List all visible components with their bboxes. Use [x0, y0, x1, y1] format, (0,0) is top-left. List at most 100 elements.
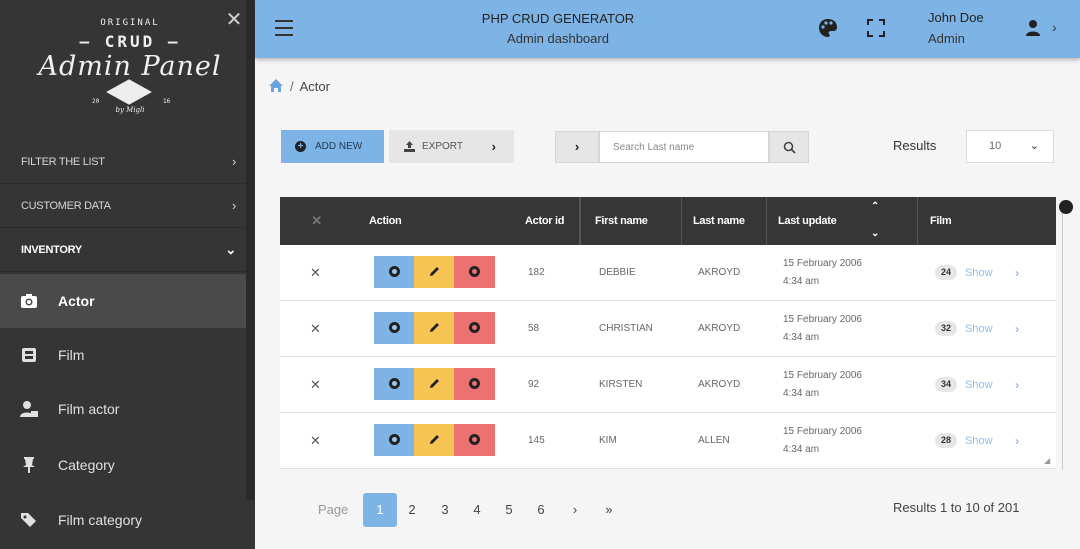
sidebar-item-film-category[interactable]: Film category [0, 493, 246, 547]
delete-button[interactable] [454, 368, 495, 400]
sidebar-section-filter[interactable]: FILTER THE LIST › [0, 140, 246, 184]
header-last-update-label: Last update [778, 215, 837, 227]
film-show-link[interactable]: Show [965, 301, 993, 357]
edit-button[interactable] [414, 256, 455, 288]
table-scrollbar[interactable] [1062, 200, 1070, 470]
sort-asc-icon[interactable]: ⌃ [871, 200, 879, 214]
page-5-button[interactable]: 5 [492, 493, 526, 527]
export-button[interactable]: EXPORT › [389, 130, 514, 163]
next-page-button[interactable]: › [558, 493, 592, 527]
eye-icon [389, 434, 400, 445]
cell-actor-id: 92 [528, 379, 540, 390]
view-button[interactable] [374, 424, 415, 456]
chevron-right-icon[interactable]: › [1015, 301, 1019, 357]
header-last-name[interactable]: Last name [682, 197, 767, 245]
sidebar-item-label: Category [58, 457, 115, 473]
sidebar-scrollbar[interactable] [246, 0, 254, 500]
search-button[interactable] [769, 131, 809, 163]
chevron-right-icon: › [491, 139, 496, 154]
row-select-icon[interactable]: ✕ [310, 301, 321, 357]
cell-last-name: AKROYD [698, 267, 741, 278]
view-button[interactable] [374, 312, 415, 344]
sidebar-item-actor[interactable]: Actor [0, 274, 246, 328]
chevron-right-icon: › [231, 198, 236, 213]
breadcrumb-separator: / [290, 79, 294, 94]
cell-last-name: ALLEN [698, 435, 730, 446]
last-page-button[interactable]: » [592, 493, 626, 527]
header-actor-id[interactable]: Actor id [525, 197, 581, 245]
delete-button[interactable] [454, 424, 495, 456]
delete-button[interactable] [454, 256, 495, 288]
sidebar-item-category[interactable]: Category [0, 438, 246, 492]
row-actions [374, 312, 495, 344]
fullscreen-icon[interactable] [867, 19, 885, 37]
cell-actor-id: 145 [528, 435, 545, 446]
table-row: ✕ 182 DEBBIE AKROYD 15 February 2006 4:34 am 2… [280, 245, 1056, 301]
view-button[interactable] [374, 368, 415, 400]
table-header: ✕ Action Actor id First name Last name L… [280, 197, 1056, 245]
tags-icon [21, 513, 36, 527]
film-show-link[interactable]: Show [965, 357, 993, 413]
export-icon [404, 141, 415, 152]
film-show-link[interactable]: Show [965, 413, 993, 469]
header-first-name[interactable]: First name [581, 197, 682, 245]
palette-icon[interactable] [818, 18, 838, 38]
resize-grip-icon[interactable]: ◢ [1044, 456, 1054, 466]
home-icon[interactable] [268, 78, 284, 93]
sidebar-item-film[interactable]: Film [0, 328, 246, 382]
film-show-link[interactable]: Show [965, 245, 993, 301]
results-per-page-select[interactable]: 10 ⌄ [966, 130, 1054, 163]
search-input[interactable] [599, 131, 769, 163]
eye-icon [389, 322, 400, 333]
delete-button[interactable] [454, 312, 495, 344]
search-field-toggle[interactable]: › [555, 131, 599, 163]
cell-actor-id: 58 [528, 323, 540, 334]
cell-first-name: KIM [599, 435, 617, 446]
chevron-right-icon[interactable]: › [1015, 357, 1019, 413]
row-select-icon[interactable]: ✕ [310, 413, 321, 469]
sidebar-section-label: FILTER THE LIST [21, 156, 105, 168]
top-header: PHP CRUD GENERATOR Admin dashboard John … [255, 0, 1080, 58]
add-new-button[interactable]: + ADD NEW [281, 130, 384, 163]
cell-date: 15 February 2006 [783, 314, 862, 325]
sort-desc-icon[interactable]: ⌄ [871, 227, 879, 241]
sidebar-section-inventory[interactable]: INVENTORY ⌄ [0, 228, 246, 272]
export-label: EXPORT [422, 141, 463, 152]
chevron-right-icon[interactable]: › [1052, 19, 1057, 35]
page-6-button[interactable]: 6 [524, 493, 558, 527]
edit-button[interactable] [414, 312, 455, 344]
sidebar-item-film-actor[interactable]: Film actor [0, 382, 246, 436]
edit-button[interactable] [414, 368, 455, 400]
page-1-button[interactable]: 1 [363, 493, 397, 527]
header-last-update[interactable]: Last update ⌃ ⌄ [767, 197, 918, 245]
logo-year-left: 20 [92, 98, 100, 105]
eye-icon [389, 266, 400, 277]
edit-button[interactable] [414, 424, 455, 456]
user-icon[interactable] [1025, 19, 1041, 37]
sidebar-item-label: Film category [58, 512, 143, 528]
sidebar-section-customer-data[interactable]: CUSTOMER DATA › [0, 184, 246, 228]
scrollbar-thumb[interactable] [1059, 200, 1073, 214]
page-3-button[interactable]: 3 [428, 493, 462, 527]
pencil-icon [430, 379, 439, 388]
row-actions [374, 256, 495, 288]
page-4-button[interactable]: 4 [460, 493, 494, 527]
logo-admin-panel: Admin Panel [38, 51, 222, 82]
cell-time: 4:34 am [783, 444, 820, 455]
hamburger-menu-icon[interactable] [275, 20, 293, 36]
chevron-right-icon[interactable]: › [1015, 245, 1019, 301]
app-title: PHP CRUD GENERATOR [481, 11, 635, 26]
select-all-icon[interactable]: ✕ [280, 197, 353, 245]
table-row: ✕ 145 KIM ALLEN 15 February 2006 4:34 am 28 Sho… [280, 413, 1056, 469]
row-select-icon[interactable]: ✕ [310, 357, 321, 413]
view-button[interactable] [374, 256, 415, 288]
pencil-icon [430, 323, 439, 332]
cell-first-name: KIRSTEN [599, 379, 643, 390]
actor-table: ✕ Action Actor id First name Last name L… [280, 197, 1056, 469]
user-role: Admin [928, 31, 965, 46]
chevron-right-icon[interactable]: › [1015, 413, 1019, 469]
cell-actor-id: 182 [528, 267, 545, 278]
page-2-button[interactable]: 2 [395, 493, 429, 527]
pencil-icon [430, 435, 439, 444]
row-select-icon[interactable]: ✕ [310, 245, 321, 301]
